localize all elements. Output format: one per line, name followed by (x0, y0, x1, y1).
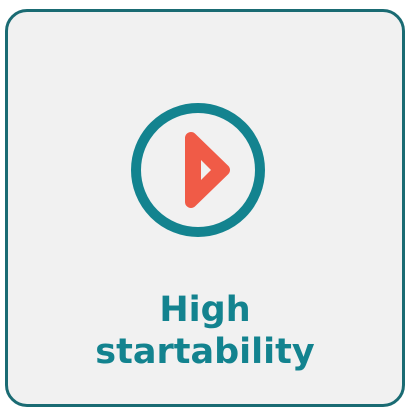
feature-card: High startability (5, 9, 405, 407)
feature-label-line-2: startability (95, 332, 315, 372)
feature-label-line-1: High (159, 290, 251, 330)
play-icon (131, 103, 265, 237)
